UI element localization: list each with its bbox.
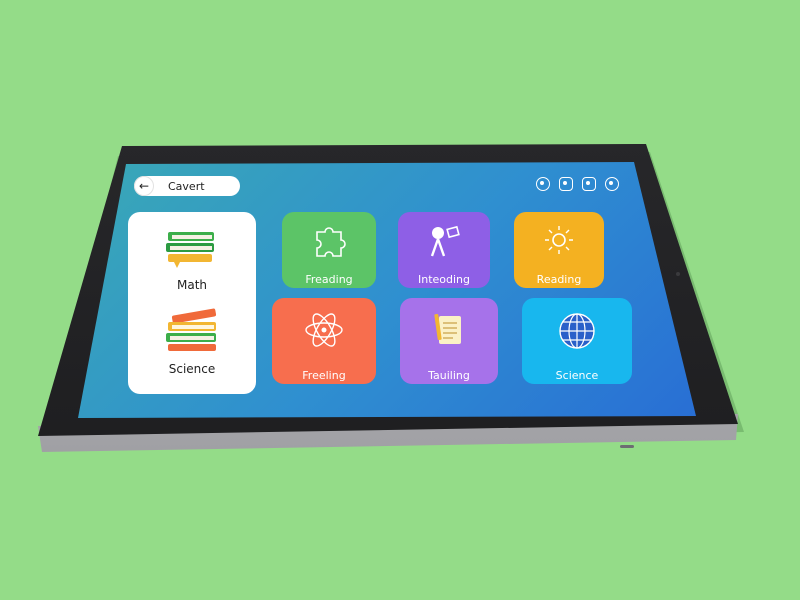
tile-reading[interactable]: Reading	[514, 212, 604, 288]
camera-icon[interactable]	[582, 177, 596, 191]
subject-label-math: Math	[176, 278, 208, 292]
puzzle-icon	[316, 227, 346, 257]
tile-freading[interactable]: Freading	[282, 212, 376, 288]
settings-icon[interactable]	[605, 177, 619, 191]
subject-item-science[interactable]: Science	[128, 308, 256, 376]
subject-label-science: Science	[168, 362, 216, 376]
globe-icon	[559, 313, 595, 349]
tile-inteoding[interactable]: Inteoding	[398, 212, 490, 288]
tile-label: Tauiling	[428, 369, 470, 382]
subject-item-math[interactable]: Math	[128, 226, 256, 292]
tile-label: Inteoding	[417, 273, 471, 286]
screen-title: Cavert	[168, 179, 205, 193]
books-icon	[166, 308, 217, 351]
search-icon[interactable]	[536, 177, 550, 191]
arrow-left-icon[interactable]: ←	[134, 176, 154, 196]
back-button[interactable]: ← Cavert	[134, 176, 240, 196]
notebook-icon	[434, 313, 461, 344]
tile-label: Science	[555, 369, 599, 382]
tile-label: Freeling	[302, 369, 346, 382]
tile-label: Freading	[305, 273, 353, 286]
tile-freeling[interactable]: Freeling	[272, 298, 376, 384]
camera-dot	[676, 272, 680, 276]
sun-icon	[545, 226, 573, 254]
tile-tauiling[interactable]: Tauiling	[400, 298, 498, 384]
atom-icon	[305, 313, 343, 347]
subjects-card: Math Science	[128, 212, 256, 394]
image-icon[interactable]	[559, 177, 573, 191]
tile-label: Reading	[536, 273, 582, 286]
toolbar-icons	[536, 177, 619, 191]
books-icon	[166, 232, 214, 268]
side-button	[620, 445, 634, 448]
tile-science[interactable]: Science	[522, 298, 632, 384]
lab-icon	[430, 225, 460, 257]
